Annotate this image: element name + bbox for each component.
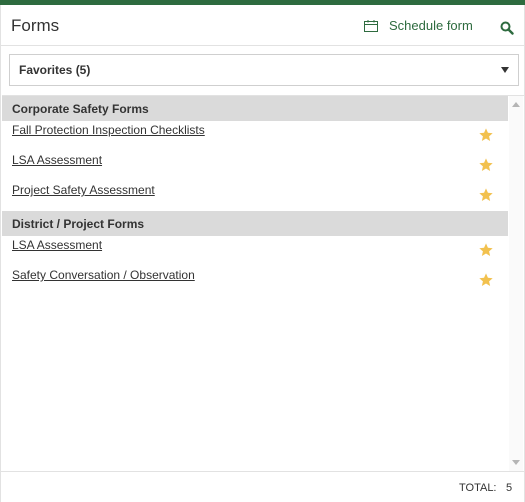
star-icon[interactable] <box>478 272 494 288</box>
page-title: Forms <box>11 16 60 35</box>
star-icon[interactable] <box>478 242 494 258</box>
list-item: LSA Assessment <box>2 151 508 181</box>
scrollbar[interactable] <box>509 96 523 471</box>
star-icon[interactable] <box>478 157 494 173</box>
total-count: 5 <box>506 482 513 494</box>
form-link[interactable]: Project Safety Assessment <box>12 183 155 197</box>
group-header-district: District / Project Forms <box>2 211 508 236</box>
list-item: Safety Conversation / Observation <box>2 266 508 296</box>
calendar-icon <box>364 19 378 32</box>
schedule-form-button[interactable]: Schedule form <box>364 18 473 33</box>
scroll-down-icon[interactable] <box>512 460 520 465</box>
caret-down-icon <box>501 67 509 73</box>
total-label: TOTAL: <box>459 482 497 494</box>
forms-panel: Favorites (5) Corporate Safety Forms Fal… <box>0 46 525 502</box>
favorites-dropdown[interactable]: Favorites (5) <box>9 54 519 86</box>
form-link[interactable]: LSA Assessment <box>12 238 102 252</box>
schedule-form-label: Schedule form <box>389 18 473 33</box>
star-icon[interactable] <box>478 187 494 203</box>
list-item: Project Safety Assessment <box>2 181 508 211</box>
list-item: LSA Assessment <box>2 236 508 266</box>
search-icon[interactable] <box>500 21 514 35</box>
group-title: District / Project Forms <box>12 217 145 231</box>
star-icon[interactable] <box>478 127 494 143</box>
footer: TOTAL: 5 <box>1 471 524 502</box>
form-link[interactable]: Fall Protection Inspection Checklists <box>12 123 205 137</box>
forms-list: Corporate Safety Forms Fall Protection I… <box>2 95 524 471</box>
group-header-corporate: Corporate Safety Forms <box>2 96 508 121</box>
list-item: Fall Protection Inspection Checklists <box>2 121 508 151</box>
form-link[interactable]: Safety Conversation / Observation <box>12 268 195 282</box>
group-title: Corporate Safety Forms <box>12 102 149 116</box>
dropdown-selected-value: Favorites (5) <box>19 63 91 77</box>
header: Forms Schedule form <box>0 5 525 46</box>
form-link[interactable]: LSA Assessment <box>12 153 102 167</box>
scroll-up-icon[interactable] <box>512 102 520 107</box>
